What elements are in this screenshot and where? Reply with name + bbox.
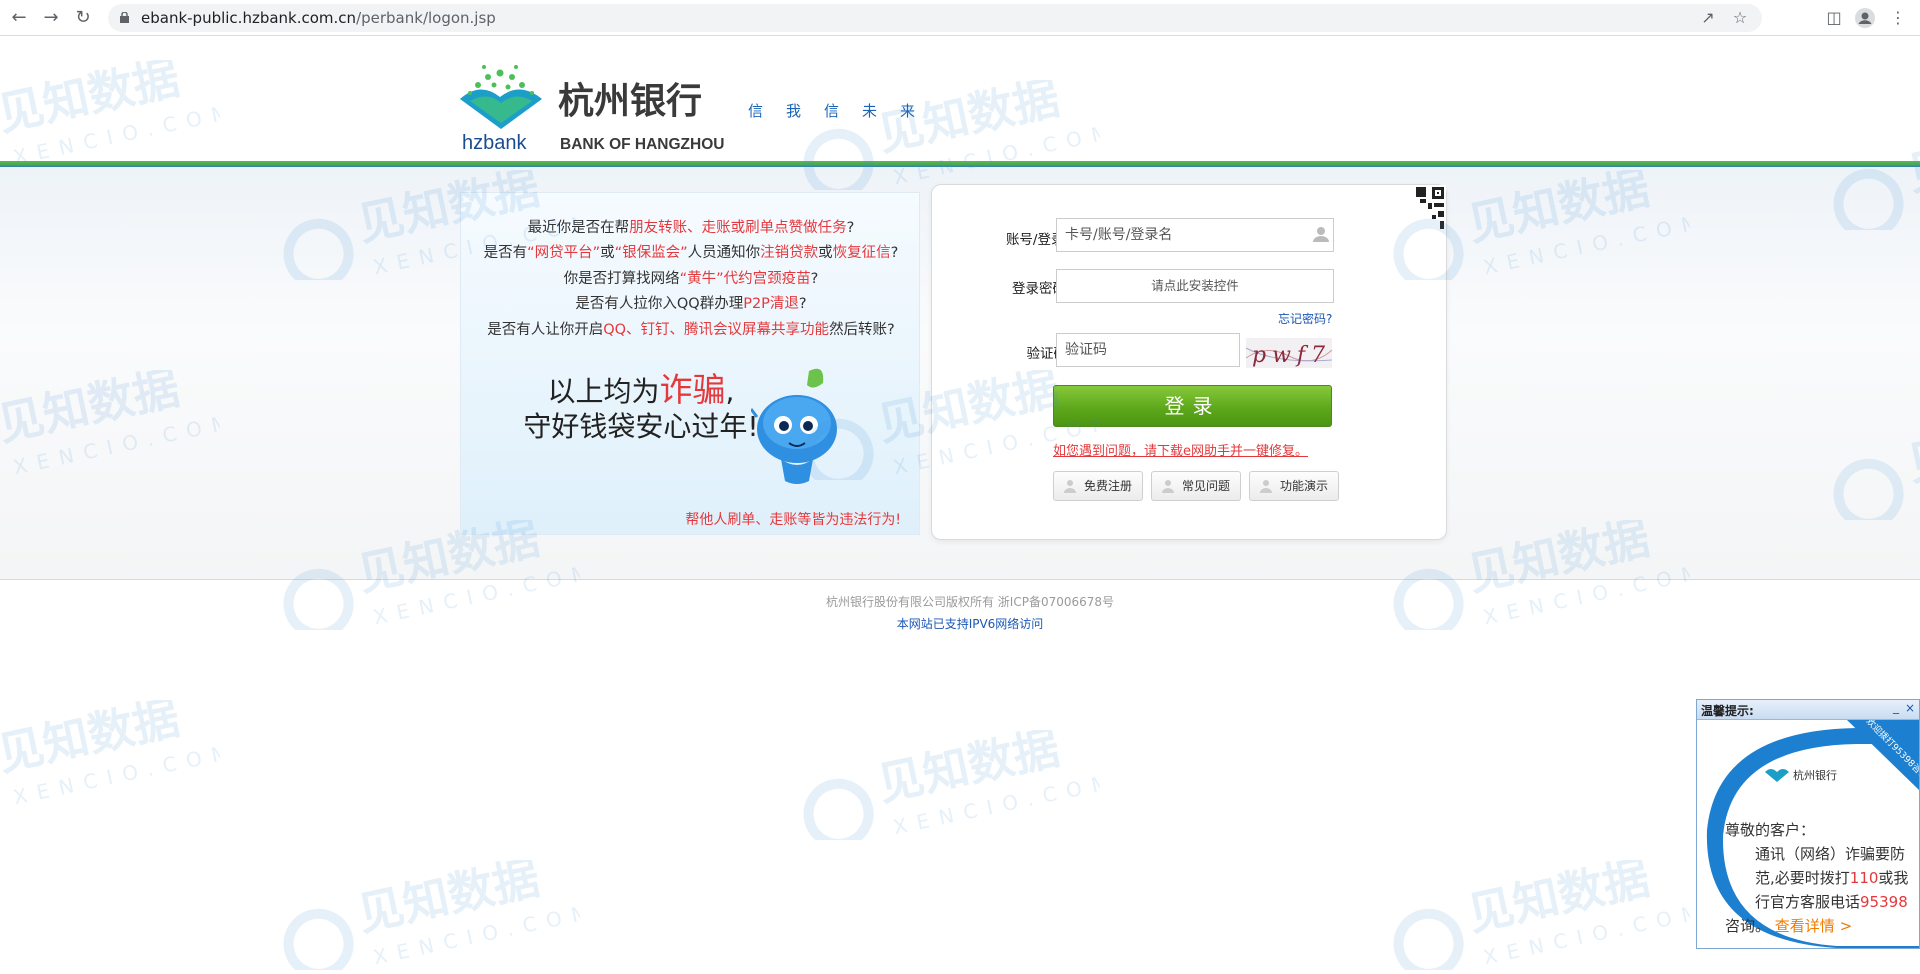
anti-fraud-notice: 最近你是否在帮朋友转账、走账或刷单点赞做任务? 是否有“网贷平台”或“银保监会”… xyxy=(460,192,920,535)
profile-icon[interactable] xyxy=(1853,6,1877,30)
notice-text: 或 xyxy=(818,245,833,261)
lock-icon xyxy=(120,12,129,23)
hzbank-logo[interactable]: hzbank 杭州银行 BANK OF HANGZHOU xyxy=(458,61,728,151)
menu-kebab-icon[interactable]: ⋮ xyxy=(1886,6,1910,30)
notice-text: 最近你是否在帮 xyxy=(527,220,630,236)
notice-text: ? xyxy=(846,220,855,236)
user-icon xyxy=(1162,480,1174,493)
notice-text: ? xyxy=(890,245,899,261)
popup-bank-logo: 杭州银行 xyxy=(1765,768,1837,782)
notice-highlight: “银保监会” xyxy=(614,245,688,261)
fraud-warning-footer: 帮他人刷单、走账等皆为违法行为! xyxy=(685,512,901,528)
faq-button[interactable]: 常见问题 xyxy=(1151,471,1242,501)
bookmark-star-icon[interactable]: ☆ xyxy=(1728,6,1752,30)
notice-line-2: 是否有“网贷平台”或“银保监会”人员通知你注销贷款或恢复征信? xyxy=(461,241,921,262)
notice-highlight: 恢复征信 xyxy=(832,245,891,261)
browser-toolbar: ← → ↻ ebank-public.hzbank.com.cn/perbank… xyxy=(0,0,1920,36)
notice-text: 是否有人拉你入QQ群办理 xyxy=(575,296,744,312)
notice-highlight: QQ、钉钉、腾讯会议屏幕共享功能 xyxy=(603,322,830,338)
account-input[interactable]: 卡号/账号/登录名 xyxy=(1056,218,1334,252)
forward-icon[interactable]: → xyxy=(40,7,62,29)
notice-highlight: P2P清退 xyxy=(743,296,799,312)
page: hzbank 杭州银行 BANK OF HANGZHOU 信我信未来 最近你是否… xyxy=(0,37,1920,948)
svg-text:hzbank: hzbank xyxy=(462,132,527,151)
mascot-illustration xyxy=(751,368,837,484)
slogan: 信我信未来 xyxy=(748,102,939,120)
notice-highlight: 注销贷款 xyxy=(760,245,819,261)
demo-button[interactable]: 功能演示 xyxy=(1249,471,1340,501)
notice-line-1: 最近你是否在帮朋友转账、走账或刷单点赞做任务? xyxy=(461,216,921,237)
notice-text: ? xyxy=(798,296,807,312)
notice-text: 是否有 xyxy=(483,245,528,261)
svg-text:pwf7: pwf7 xyxy=(1252,343,1331,368)
close-icon[interactable]: × xyxy=(1905,701,1915,715)
popup-message: 尊敬的客户： 通讯（网络）诈骗要防范,必要时拨打110或我行官方客服电话9539… xyxy=(1725,821,1909,935)
side-panel-icon[interactable]: ◫ xyxy=(1822,6,1846,30)
notice-text: 你是否打算找网络 xyxy=(563,271,680,287)
register-button[interactable]: 免费注册 xyxy=(1053,471,1144,501)
notice-line-5: 是否有人让你开启QQ、钉钉、腾讯会议屏幕共享功能然后转账? xyxy=(461,318,921,339)
captcha-input[interactable]: 验证码 xyxy=(1056,333,1240,367)
notice-text: 是否有人让你开启 xyxy=(487,322,604,338)
copyright-text: 杭州银行股份有限公司版权所有 浙ICP备07006678号 xyxy=(825,595,1115,609)
notice-text: 然后转账? xyxy=(829,322,895,338)
minimize-icon[interactable]: _ xyxy=(1893,700,1899,714)
notice-text: ? xyxy=(810,271,819,287)
forgot-password-link[interactable]: 忘记密码? xyxy=(1278,310,1332,327)
tip-popup: 温馨提示: _ × 欢迎拨打95398咨询 杭州银行 尊敬的客户： 通讯（网络）… xyxy=(1696,699,1920,949)
notice-line-3: 你是否打算找网络“黄牛”代约宫颈疫苗? xyxy=(461,267,921,288)
back-icon[interactable]: ← xyxy=(8,7,30,29)
ipv6-notice: 本网站已支持IPV6网络访问 xyxy=(896,617,1044,631)
captcha-image[interactable]: pwf7 xyxy=(1246,338,1332,368)
notice-text: 人员通知你 xyxy=(687,245,761,261)
popup-title: 温馨提示: xyxy=(1701,704,1754,718)
user-icon xyxy=(1260,480,1272,493)
notice-highlight: “网贷平台” xyxy=(527,245,601,261)
svg-text:BANK OF HANGZHOU: BANK OF HANGZHOU xyxy=(560,136,724,151)
notice-line-4: 是否有人拉你入QQ群办理P2P清退? xyxy=(461,292,921,313)
password-input[interactable]: 请点此安装控件 xyxy=(1056,269,1334,303)
site-header: hzbank 杭州银行 BANK OF HANGZHOU 信我信未来 xyxy=(0,37,1920,161)
popup-titlebar: 温馨提示: _ × xyxy=(1697,700,1919,720)
reload-icon[interactable]: ↻ xyxy=(72,7,94,29)
address-bar[interactable]: ebank-public.hzbank.com.cn/perbank/logon… xyxy=(108,4,1762,32)
repair-helper-link[interactable]: 如您遇到问题，请下载e网助手并一键修复。 xyxy=(1053,440,1308,459)
popup-body: 欢迎拨打95398咨询 杭州银行 尊敬的客户： 通讯（网络）诈骗要防范,必要时拨… xyxy=(1697,720,1919,948)
fraud-headline: 以上均为诈骗, xyxy=(547,370,735,409)
user-icon xyxy=(1313,227,1329,242)
login-panel: 账号/登录名 卡号/账号/登录名 登录密码 请点此安装控件 忘记密码? 验证码 … xyxy=(931,184,1447,540)
share-icon[interactable]: ↗ xyxy=(1696,6,1720,30)
url-text: ebank-public.hzbank.com.cn/perbank/logon… xyxy=(141,9,496,27)
svg-text:杭州银行: 杭州银行 xyxy=(558,80,702,122)
view-details-link[interactable]: 查看详情 > xyxy=(1775,917,1852,935)
notice-highlight: 朋友转账、走账或刷单点赞做任务 xyxy=(629,220,847,236)
login-button[interactable]: 登录 xyxy=(1053,385,1332,427)
qr-code-corner-icon[interactable] xyxy=(1394,185,1446,237)
notice-highlight: “黄牛”代约宫颈疫苗 xyxy=(679,271,811,287)
fraud-subheadline: 守好钱袋安心过年! xyxy=(523,410,759,443)
notice-text: 或 xyxy=(600,245,615,261)
svg-text:杭州银行: 杭州银行 xyxy=(1793,768,1837,782)
user-icon xyxy=(1064,480,1076,493)
